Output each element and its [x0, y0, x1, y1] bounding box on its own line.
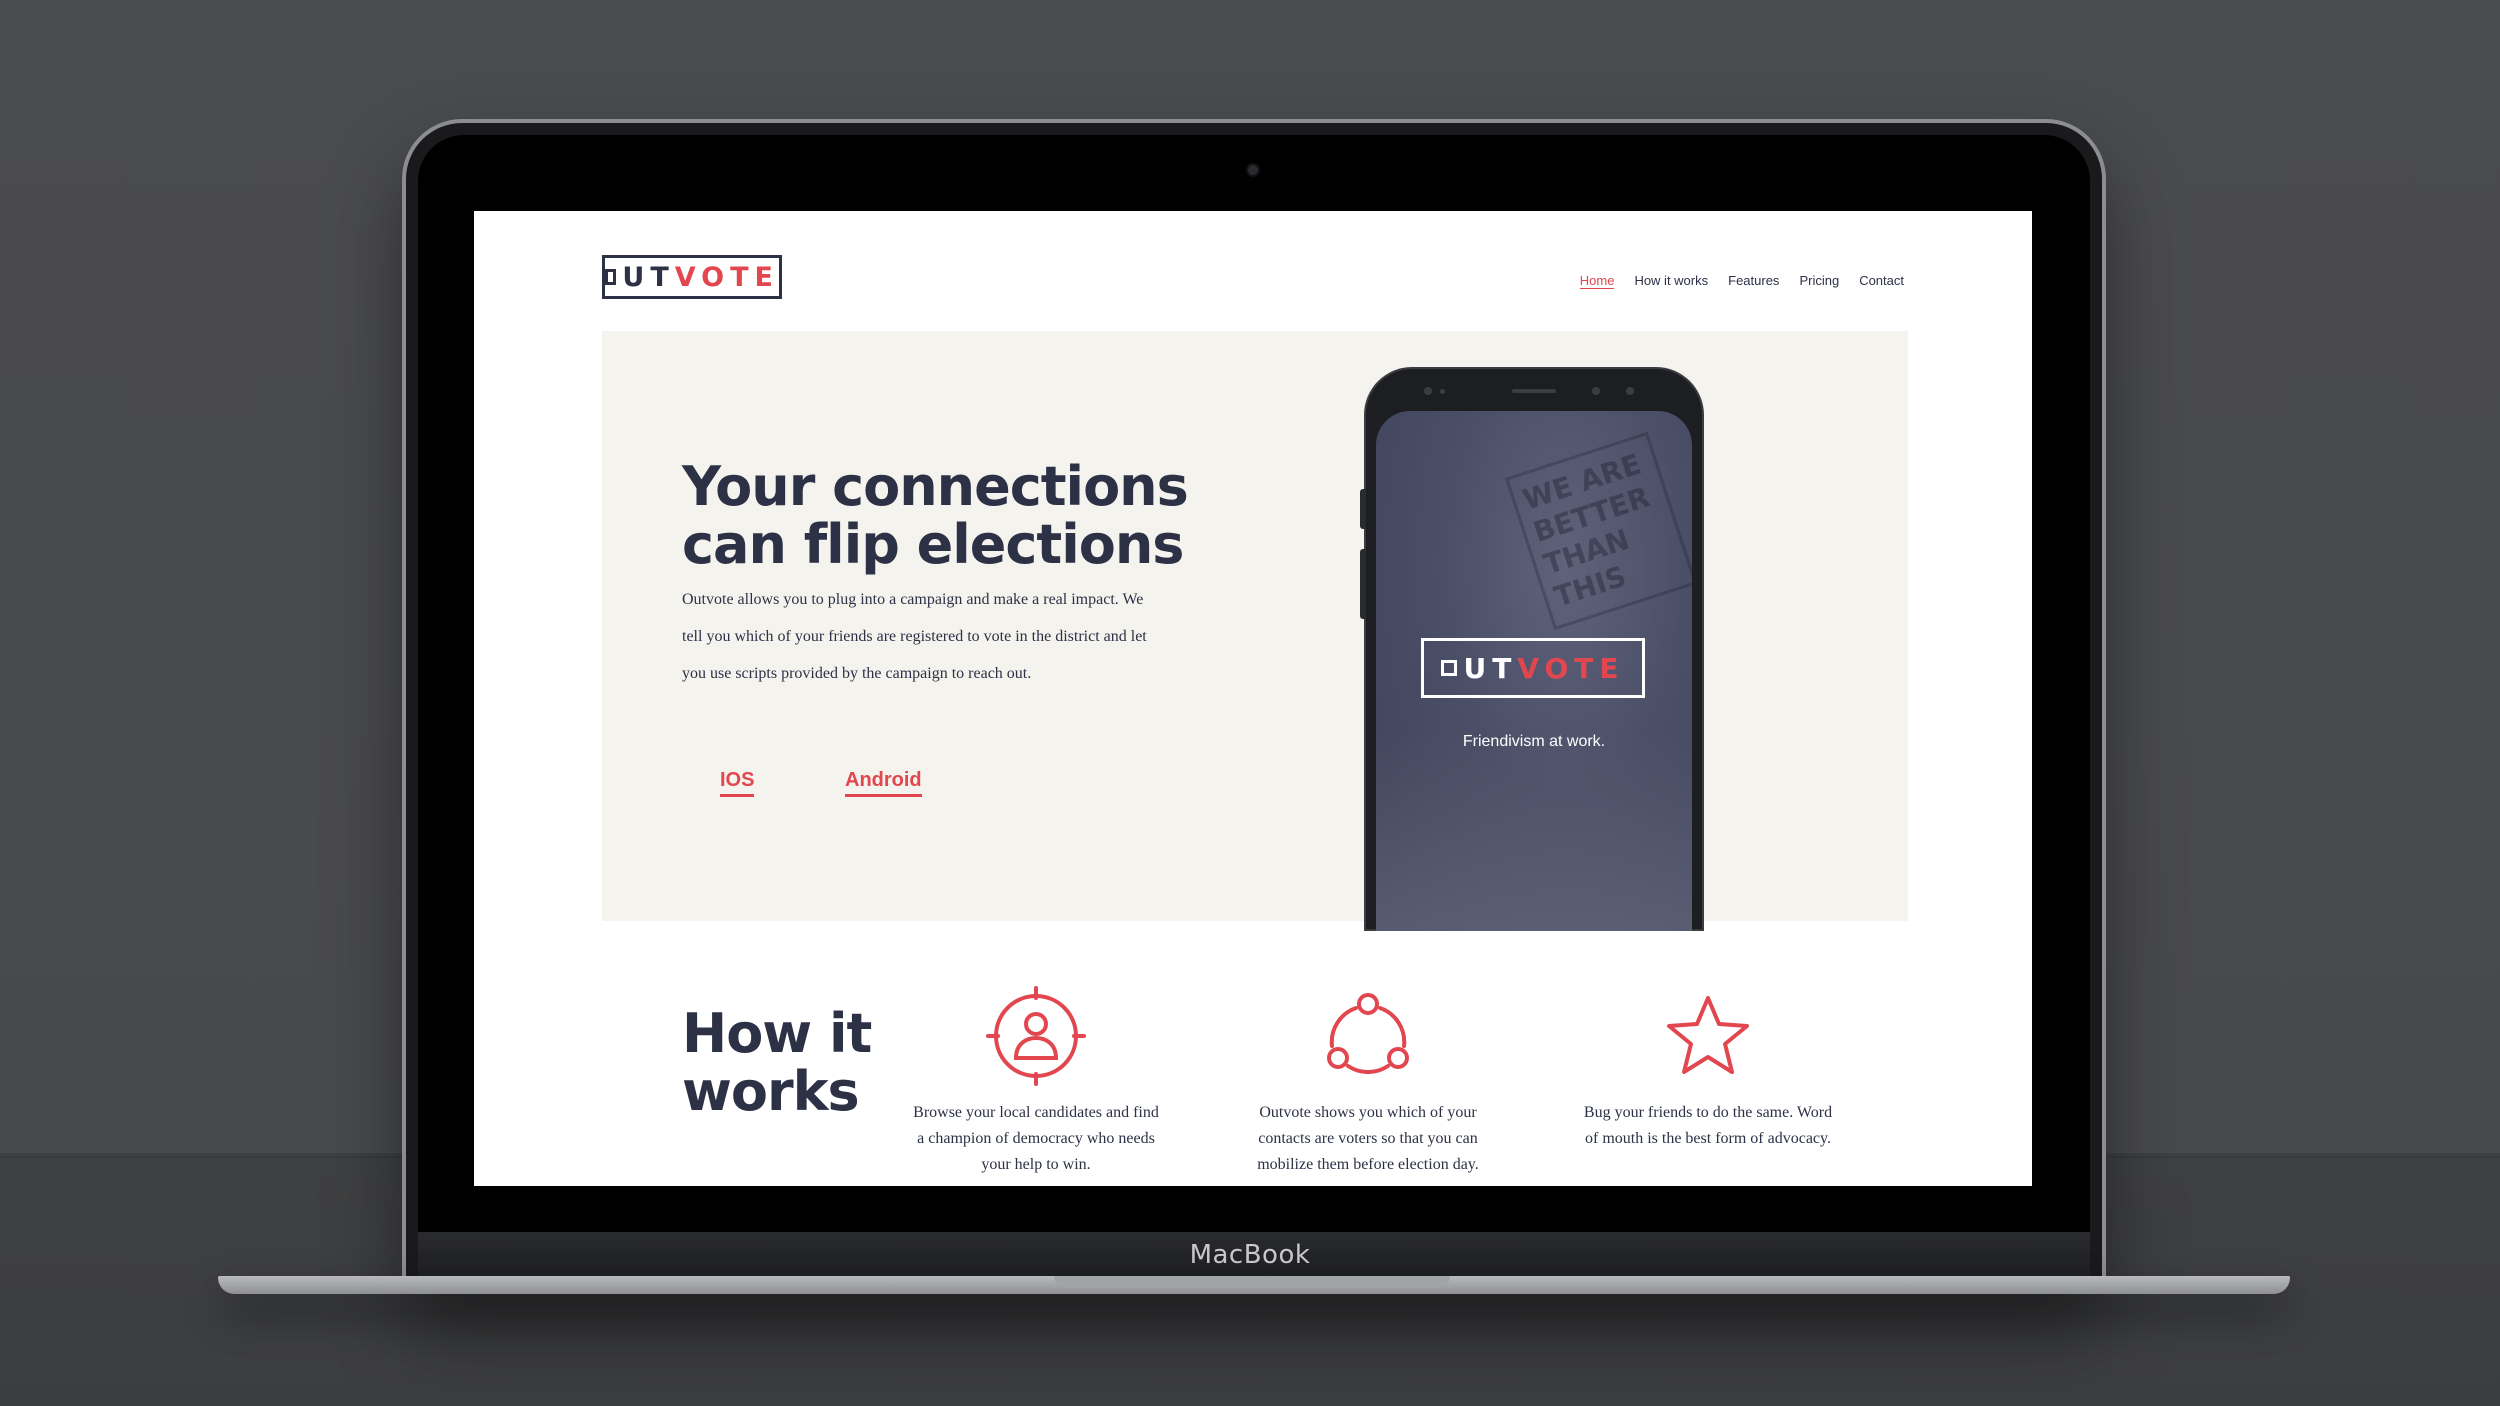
feature-card: Browse your local candidates and find a …	[908, 986, 1164, 1178]
feature-description: Outvote shows you which of your contacts…	[1257, 1104, 1479, 1173]
feature-card: Bug your friends to do the same. Word of…	[1580, 986, 1836, 1152]
ios-link[interactable]: IOS	[720, 769, 755, 797]
phone-screen: WE ARE BETTER THAN THIS UT VOTE Friendivi…	[1376, 411, 1692, 931]
phone-speaker	[1512, 389, 1556, 393]
phone-mockup: WE ARE BETTER THAN THIS UT VOTE Friendivi…	[1360, 369, 1702, 931]
main-nav: Home How it works Features Pricing Conta…	[1579, 273, 1904, 289]
hero-title: Your connections can flip elections	[682, 455, 1189, 576]
logo-square-icon	[1441, 660, 1458, 676]
device-label: MacBook	[1189, 1240, 1311, 1270]
phone-sensor-icon	[1440, 389, 1445, 394]
nav-how-it-works[interactable]: How it works	[1634, 273, 1708, 289]
camera-icon	[1248, 165, 1258, 175]
laptop-notch	[1054, 1276, 1450, 1288]
feature-description: Bug your friends to do the same. Word of…	[1583, 1104, 1833, 1147]
nav-contact[interactable]: Contact	[1859, 273, 1904, 289]
phone-volume-button	[1360, 489, 1366, 529]
protest-sign-image: WE ARE BETTER THAN THIS	[1504, 431, 1692, 631]
logo-accent-text: VOTE	[674, 261, 779, 293]
nav-features[interactable]: Features	[1728, 273, 1779, 289]
hero-section: Your connections can flip elections Outv…	[602, 331, 1908, 931]
phone-sensor-icon	[1424, 387, 1432, 395]
feature-description: Browse your local candidates and find a …	[913, 1104, 1159, 1173]
logo-text: UT	[622, 261, 675, 293]
person-target-icon	[986, 986, 1086, 1086]
phone-camera-icon	[1592, 387, 1600, 395]
star-icon	[1667, 996, 1749, 1074]
hero-description: Outvote allows you to plug into a campai…	[682, 591, 1147, 682]
phone-tagline: Friendivism at work.	[1462, 733, 1606, 750]
laptop-screen: UT VOTE Home How it works Features Pricin…	[474, 211, 2032, 1186]
phone-camera-icon	[1626, 387, 1634, 395]
how-it-works-title: How it works	[682, 1002, 872, 1123]
nav-pricing[interactable]: Pricing	[1799, 273, 1839, 289]
outvote-logo[interactable]: UT VOTE	[602, 255, 782, 299]
phone-background-image	[1376, 731, 1692, 931]
nav-home[interactable]: Home	[1579, 273, 1615, 289]
android-link[interactable]: Android	[845, 769, 922, 797]
logo-accent-text: VOTE	[1517, 651, 1625, 685]
phone-side-button	[1360, 549, 1366, 619]
phone-outvote-logo: UT VOTE	[1421, 638, 1645, 698]
logo-text: UT	[1463, 651, 1518, 685]
feature-card: Outvote shows you which of your contacts…	[1240, 986, 1496, 1178]
logo-square-icon	[605, 269, 617, 285]
network-icon	[1327, 993, 1409, 1074]
